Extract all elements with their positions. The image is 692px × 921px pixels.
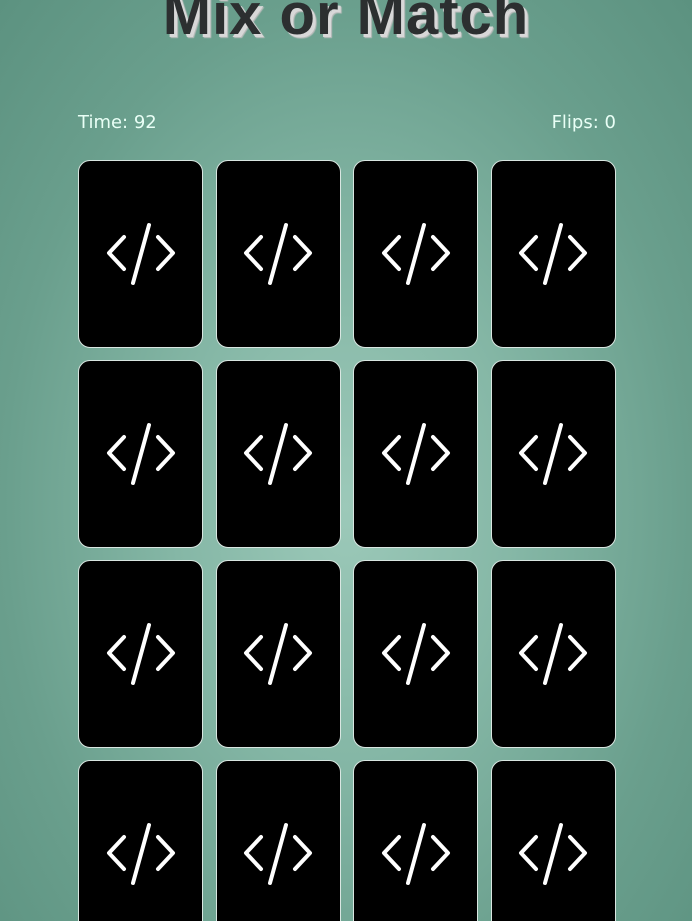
memory-card[interactable]: [78, 760, 203, 921]
memory-card[interactable]: [78, 360, 203, 548]
memory-card[interactable]: [490, 560, 616, 748]
code-icon: [106, 223, 175, 285]
memory-card[interactable]: [215, 760, 341, 921]
memory-card[interactable]: [490, 760, 616, 921]
memory-card[interactable]: [353, 760, 478, 921]
memory-card[interactable]: [353, 160, 478, 348]
code-icon: [106, 623, 175, 685]
memory-card[interactable]: [490, 160, 616, 348]
code-icon: [244, 823, 312, 885]
time-label: Time:: [78, 112, 129, 133]
game-info-bar: Time: 92 Flips: 0: [78, 112, 616, 133]
code-icon: [519, 423, 587, 485]
memory-card[interactable]: [215, 160, 341, 348]
code-icon: [244, 623, 312, 685]
flip-counter: Flips: 0: [552, 112, 616, 133]
memory-card[interactable]: [215, 360, 341, 548]
code-icon: [519, 623, 587, 685]
time-value: 92: [133, 112, 157, 133]
flips-label: Flips:: [551, 112, 599, 133]
code-icon: [381, 823, 450, 885]
memory-card[interactable]: [215, 560, 341, 748]
code-icon: [244, 423, 312, 485]
card-grid: [78, 160, 616, 921]
flips-value: 0: [604, 112, 616, 133]
code-icon: [519, 823, 587, 885]
code-icon: [381, 423, 450, 485]
memory-card[interactable]: [78, 160, 203, 348]
memory-card[interactable]: [78, 560, 203, 748]
memory-card[interactable]: [353, 560, 478, 748]
code-icon: [381, 223, 450, 285]
code-icon: [106, 423, 175, 485]
code-icon: [519, 223, 587, 285]
code-icon: [106, 823, 175, 885]
memory-card[interactable]: [490, 360, 616, 548]
time-remaining: Time: 92: [78, 112, 157, 133]
page-title: Mix or Match: [162, 0, 530, 47]
code-icon: [381, 623, 450, 685]
code-icon: [244, 223, 312, 285]
memory-card[interactable]: [353, 360, 478, 548]
